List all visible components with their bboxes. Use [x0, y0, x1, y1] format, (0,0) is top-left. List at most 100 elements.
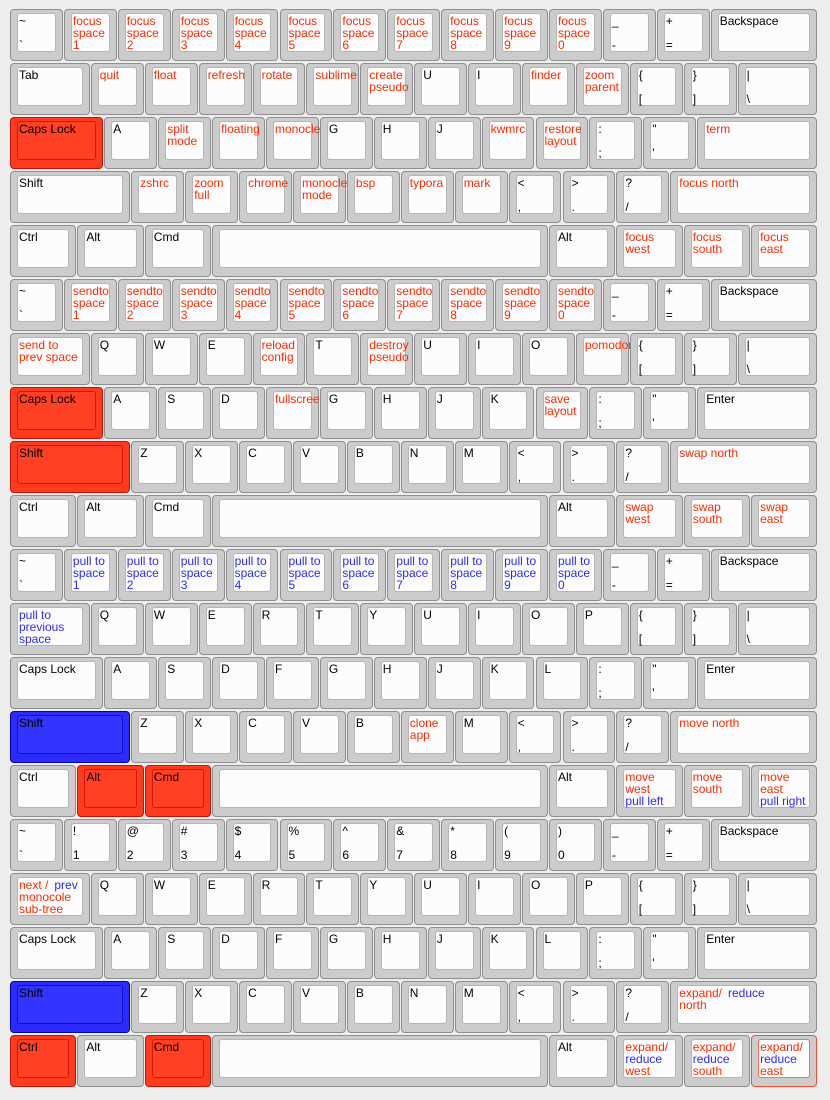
key-label: S [167, 393, 208, 405]
key-label: focus space 4 [235, 15, 276, 51]
key-label-text: sendto space 9 [504, 284, 541, 322]
key-label: # [181, 825, 222, 837]
key-label-text: T [315, 878, 323, 892]
key-l2-r3-k10: ? / [616, 711, 670, 763]
key-label: split mode [167, 123, 208, 147]
key-label: focus south [693, 231, 747, 255]
key-l2-r2-k7: J [427, 657, 481, 709]
key-label: focus space 1 [73, 15, 114, 51]
key-l0-r0-k12: + = [656, 9, 710, 61]
key-label-text: S [167, 662, 176, 676]
key-label: > [572, 717, 613, 729]
key-lower-label: , [517, 740, 521, 754]
key-label-text: K [490, 932, 499, 946]
key-label: ( [504, 825, 545, 837]
key-lower-label: , [517, 470, 521, 484]
key-lower-label: . [571, 470, 575, 484]
key-l0-r1-k10: zoom parent [575, 63, 629, 115]
key-label-text: @ [126, 824, 139, 838]
key-label-text: bsp [355, 176, 376, 190]
key-l3-r3-k1: Z [131, 981, 185, 1033]
key-label-text: X [194, 986, 203, 1000]
key-l3-r3-k2: X [185, 981, 239, 1033]
key-l1-r2-k7: J [427, 387, 481, 439]
key-lower-label: 9 [504, 848, 511, 862]
key-label-text: Enter [706, 392, 735, 406]
key-label-text: > [571, 176, 579, 190]
key-l1-r4-k5: swap west [616, 495, 683, 547]
key-label-text: G [328, 392, 339, 406]
key-label: J [437, 393, 478, 405]
key-label-text: kwmrc [490, 122, 526, 136]
key-lower-label: [ [638, 92, 643, 106]
key-l1-r3-k4: V [293, 441, 346, 493]
key-label-text: pull to space 6 [342, 554, 375, 592]
key-label-text: pull to space 4 [234, 554, 267, 592]
key-label-text: L [544, 932, 552, 946]
key-l2-r0-k7: pull to space 7 [387, 549, 441, 601]
key-label-text: V [302, 986, 311, 1000]
key-l0-r0-k10: focus space 0 [549, 9, 602, 61]
key-label: H [383, 123, 424, 135]
key-label-text: ( [504, 824, 509, 838]
key-l2-r0-k9: pull to space 9 [495, 549, 548, 601]
key-label: : [598, 393, 639, 405]
key-label: } [693, 69, 734, 81]
key-label-text: zshrc [140, 176, 169, 190]
key-label: D [221, 663, 262, 675]
key-label: S [167, 663, 208, 675]
key-label: B [356, 987, 397, 999]
key-label: pull to space 0 [558, 555, 599, 591]
key-label: expand/reduce north [679, 987, 814, 1011]
key-label-text: J [436, 662, 443, 676]
key-label: pull to space 6 [342, 555, 383, 591]
key-l1-r3-k1: Z [131, 441, 185, 493]
key-l0-r3-k7: mark [454, 171, 508, 223]
key-l0-r0-k7: focus space 7 [387, 9, 441, 61]
key-label: E [208, 879, 249, 891]
key-l1-r1-k6: destroy pseudo [360, 333, 414, 385]
key-label-text: & [396, 824, 405, 838]
key-label: pull to space 4 [235, 555, 276, 591]
key-label: Y [369, 609, 410, 621]
key-lower-label: [ [638, 632, 643, 646]
key-label-text: focus space 3 [180, 14, 213, 52]
key-l2-r0-k13: Backspace [710, 549, 818, 601]
key-l1-r1-k13: | \ [737, 333, 818, 385]
key-label: & [396, 825, 437, 837]
key-lower-label: 1 [72, 848, 80, 862]
key-l2-r0-k2: pull to space 2 [117, 549, 171, 601]
key-label: F [275, 663, 316, 675]
key-l2-r0-k3: pull to space 3 [171, 549, 225, 601]
key-label-text: Q [99, 608, 110, 622]
key-l1-r1-k2: W [144, 333, 198, 385]
key-label-text: S [167, 392, 176, 406]
key-label: < [518, 447, 559, 459]
key-label: A [113, 663, 154, 675]
key-label-text: sendto space 0 [558, 284, 595, 322]
key-l0-r3-k4: monocle mode [293, 171, 347, 223]
key-l3-r1-k0: next / prev monocole sub-tree [10, 873, 90, 925]
key-label: ~ [19, 555, 60, 567]
key-l3-r3-k6: N [400, 981, 454, 1033]
key-lower-label: ' [652, 416, 655, 430]
key-l3-r1-k7: U [414, 873, 468, 925]
key-label-text: P [584, 608, 593, 622]
key-l1-r0-k11: _ - [602, 279, 656, 331]
key-l3-r0-k6: ^ 6 [333, 819, 387, 871]
key-label: Backspace [720, 555, 815, 567]
key-l3-r4-k1: Alt [77, 1035, 144, 1087]
key-l0-r1-k9: finder [522, 63, 575, 115]
key-label-text: | [746, 878, 750, 892]
key-l2-r3-k3: C [239, 711, 292, 763]
key-l0-r4-k2: Cmd [144, 225, 212, 277]
key-label: ^ [342, 825, 383, 837]
key-label-text: Backspace [719, 284, 779, 298]
key-l1-r0-k1: sendto space 1 [63, 279, 117, 331]
key-label-text: H [382, 122, 392, 136]
key-l0-r1-k2: float [144, 63, 198, 115]
key-lower-label: - [611, 38, 616, 52]
key-label: M [464, 447, 505, 459]
key-l0-r4-k3 [212, 225, 548, 277]
key-label: Q [100, 609, 141, 621]
